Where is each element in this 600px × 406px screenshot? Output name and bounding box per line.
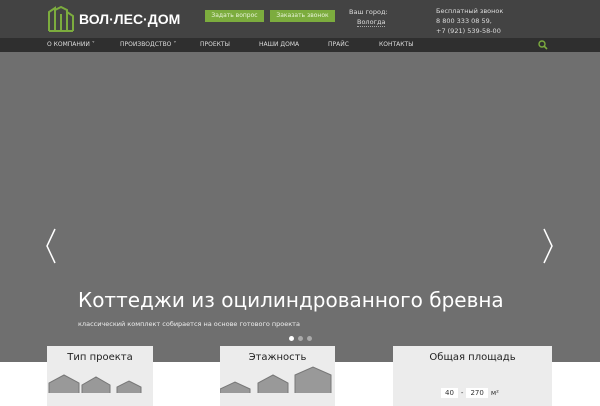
phone-block: Бесплатный звонок 8 800 333 08 59, +7 (9… xyxy=(436,6,503,36)
hero-slider xyxy=(0,52,600,362)
phone-2[interactable]: +7 (921) 539-58-00 xyxy=(436,26,503,36)
slide-dot[interactable] xyxy=(307,336,312,341)
slider-dots xyxy=(289,336,312,341)
filter-floors[interactable]: Этажность xyxy=(219,346,335,406)
nav-item-production[interactable]: ПРОИЗВОДСТВО ˅ xyxy=(120,41,176,48)
hero-title: Коттеджи из оцилиндрованного бревна xyxy=(78,288,504,312)
main-nav: О КОМПАНИИ ˅ ПРОИЗВОДСТВО ˅ ПРОЕКТЫ НАШИ… xyxy=(0,38,600,52)
nav-item-contacts[interactable]: КОНТАКТЫ xyxy=(379,41,413,48)
free-call-label: Бесплатный звонок xyxy=(436,7,504,15)
slide-dot[interactable] xyxy=(298,336,303,341)
header: ВОЛ·ЛЕС·ДОМ Задать вопрос Заказать звоно… xyxy=(0,0,600,38)
search-icon[interactable] xyxy=(538,40,548,50)
area-unit: м² xyxy=(490,389,499,397)
filter-title: Тип проекта xyxy=(67,352,133,363)
floors-icon xyxy=(219,366,332,393)
city-selector: Ваш город: Вологда xyxy=(349,7,388,27)
nav-item-company[interactable]: О КОМПАНИИ ˅ xyxy=(47,41,95,48)
nav-item-our-houses[interactable]: НАШИ ДОМА xyxy=(259,41,299,48)
area-range: 40 - 270 м² xyxy=(441,388,499,398)
hero-subtitle: классический комплект собирается на осно… xyxy=(78,320,300,328)
prev-slide-arrow-icon[interactable] xyxy=(45,228,57,264)
range-separator: - xyxy=(460,389,464,397)
area-max-input[interactable]: 270 xyxy=(466,388,488,398)
city-label: Ваш город: xyxy=(349,8,388,16)
logo[interactable]: ВОЛ·ЛЕС·ДОМ xyxy=(47,6,180,32)
ask-question-button[interactable]: Задать вопрос xyxy=(205,10,264,22)
logo-icon xyxy=(48,6,74,32)
nav-item-price[interactable]: ПРАЙС xyxy=(328,41,349,48)
phone-1[interactable]: 8 800 333 08 59, xyxy=(436,16,503,26)
filter-project-type[interactable]: Тип проекта xyxy=(47,346,153,406)
house-types-icon xyxy=(48,374,142,393)
next-slide-arrow-icon[interactable] xyxy=(542,228,554,264)
area-min-input[interactable]: 40 xyxy=(441,388,458,398)
slide-dot[interactable] xyxy=(289,336,294,341)
nav-item-projects[interactable]: ПРОЕКТЫ xyxy=(200,41,230,48)
request-call-button[interactable]: Заказать звонок xyxy=(270,10,335,22)
logo-text: ВОЛ·ЛЕС·ДОМ xyxy=(79,11,181,27)
filter-title: Этажность xyxy=(248,352,307,363)
city-value[interactable]: Вологда xyxy=(357,18,386,27)
filter-title: Общая площадь xyxy=(429,352,516,363)
